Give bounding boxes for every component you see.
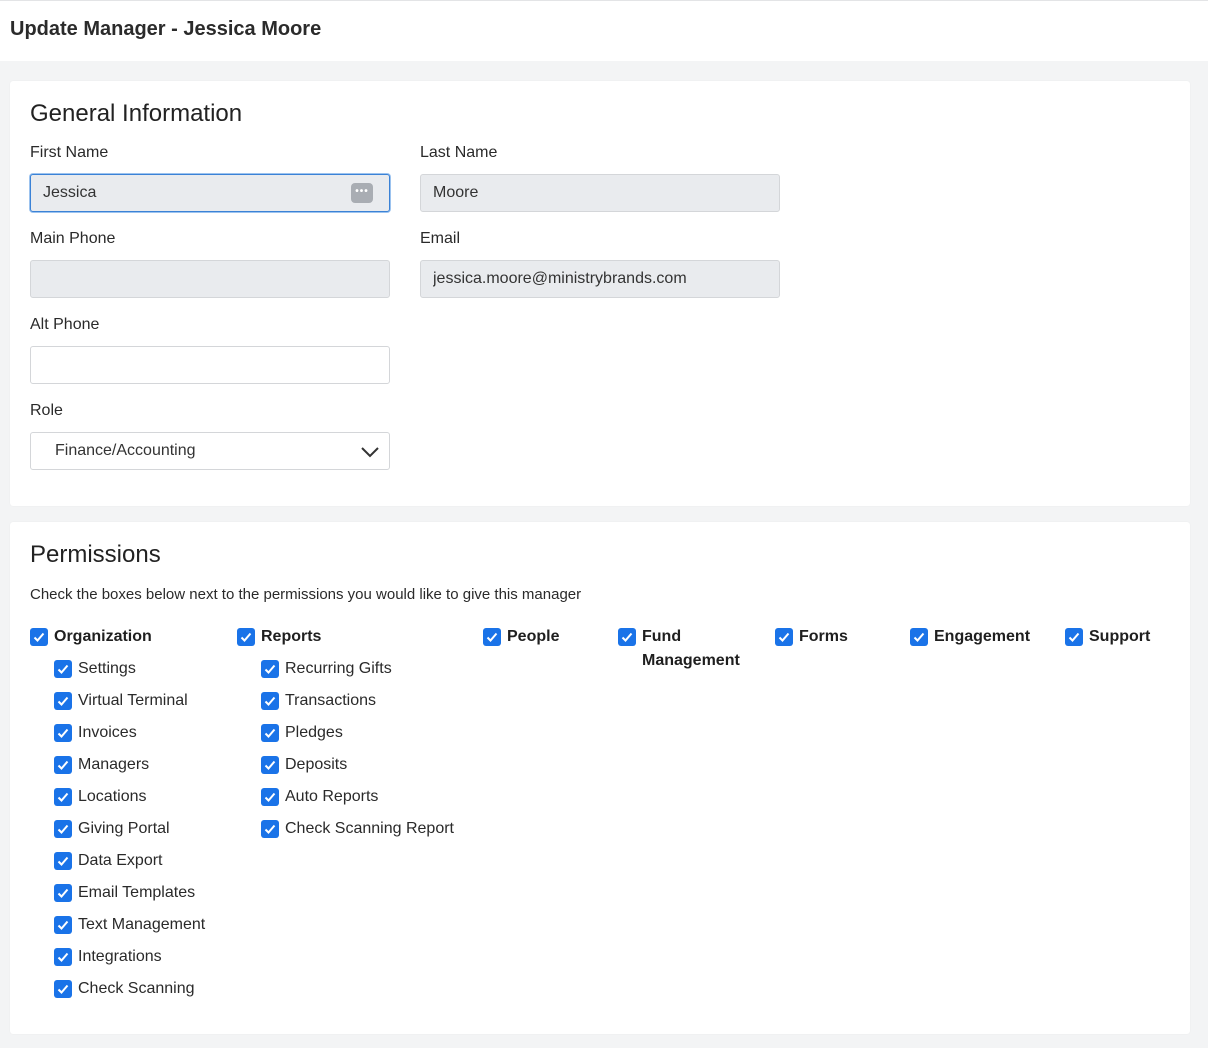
page-title: Update Manager - Jessica Moore — [10, 18, 322, 40]
checkmark-icon — [486, 632, 498, 642]
role-select-value: Finance/Accounting — [55, 442, 196, 459]
checkmark-icon — [778, 632, 790, 642]
alt-phone-input[interactable] — [30, 346, 390, 384]
group-label-reports: Reports — [261, 628, 322, 645]
checkbox-giving-portal[interactable] — [54, 820, 72, 838]
email-label: Email — [420, 230, 461, 247]
permission-label-check-scanning-report: Check Scanning Report — [285, 820, 454, 837]
checkbox-transactions[interactable] — [261, 692, 279, 710]
permission-label-integrations: Integrations — [78, 948, 162, 965]
general-information-card: General Information First Name ••• Last … — [10, 81, 1190, 506]
checkmark-icon — [264, 824, 276, 834]
checkmark-icon — [913, 632, 925, 642]
permission-label-managers: Managers — [78, 756, 150, 773]
checkmark-icon — [57, 728, 69, 738]
checkmark-icon — [264, 792, 276, 802]
checkbox-locations[interactable] — [54, 788, 72, 806]
checkmark-icon — [57, 792, 69, 802]
first-name-input[interactable] — [30, 174, 390, 212]
checkbox-check-scanning[interactable] — [54, 980, 72, 998]
group-label-people: People — [507, 628, 560, 645]
main-phone-input[interactable] — [30, 260, 390, 298]
group-label-organization: Organization — [54, 628, 152, 645]
checkbox-people[interactable] — [483, 628, 501, 646]
alt-phone-label: Alt Phone — [30, 316, 100, 333]
group-label-forms: Forms — [799, 628, 848, 645]
checkbox-auto-reports[interactable] — [261, 788, 279, 806]
checkbox-text-management[interactable] — [54, 916, 72, 934]
checkmark-icon — [57, 760, 69, 770]
checkbox-email-templates[interactable] — [54, 884, 72, 902]
checkbox-integrations[interactable] — [54, 948, 72, 966]
last-name-input[interactable] — [420, 174, 780, 212]
chevron-down-icon — [361, 447, 379, 458]
checkbox-deposits[interactable] — [261, 756, 279, 774]
checkmark-icon — [33, 632, 45, 642]
permission-label-virtual-terminal: Virtual Terminal — [78, 692, 188, 709]
checkbox-data-export[interactable] — [54, 852, 72, 870]
password-dots-icon[interactable]: ••• — [351, 183, 373, 203]
group-label-fund-management-line1: Fund — [642, 628, 682, 645]
group-label-support: Support — [1089, 628, 1151, 645]
checkmark-icon — [240, 632, 252, 642]
email-input[interactable] — [420, 260, 780, 298]
checkmark-icon — [57, 984, 69, 994]
checkmark-icon — [1068, 632, 1080, 642]
checkbox-check-scanning-report[interactable] — [261, 820, 279, 838]
permission-label-text-management: Text Management — [78, 916, 206, 933]
checkmark-icon — [57, 888, 69, 898]
checkbox-organization[interactable] — [30, 628, 48, 646]
role-select[interactable]: Finance/Accounting — [30, 432, 390, 470]
permission-label-transactions: Transactions — [285, 692, 376, 709]
checkbox-forms[interactable] — [775, 628, 793, 646]
group-label-engagement: Engagement — [934, 628, 1031, 645]
group-label-fund-management-line2: Management — [642, 652, 740, 669]
page-header: Update Manager - Jessica Moore — [0, 0, 1208, 61]
checkbox-reports[interactable] — [237, 628, 255, 646]
checkbox-managers[interactable] — [54, 756, 72, 774]
permission-label-email-templates: Email Templates — [78, 884, 196, 901]
checkbox-virtual-terminal[interactable] — [54, 692, 72, 710]
last-name-label: Last Name — [420, 144, 498, 161]
permission-label-giving-portal: Giving Portal — [78, 820, 170, 837]
checkmark-icon — [264, 664, 276, 674]
checkmark-icon — [57, 824, 69, 834]
permission-label-deposits: Deposits — [285, 756, 348, 773]
checkbox-support[interactable] — [1065, 628, 1083, 646]
checkbox-engagement[interactable] — [910, 628, 928, 646]
first-name-label: First Name — [30, 144, 109, 161]
role-label: Role — [30, 402, 63, 419]
checkmark-icon — [57, 952, 69, 962]
checkmark-icon — [264, 696, 276, 706]
main-phone-label: Main Phone — [30, 230, 116, 247]
general-information-title: General Information — [30, 100, 243, 127]
checkmark-icon — [57, 696, 69, 706]
checkmark-icon — [621, 632, 633, 642]
checkbox-invoices[interactable] — [54, 724, 72, 742]
permission-label-check-scanning: Check Scanning — [78, 980, 195, 997]
checkmark-icon — [57, 856, 69, 866]
checkmark-icon — [57, 664, 69, 674]
permission-label-data-export: Data Export — [78, 852, 163, 869]
permissions-description: Check the boxes below next to the permis… — [30, 586, 582, 603]
checkmark-icon — [264, 760, 276, 770]
permission-label-pledges: Pledges — [285, 724, 343, 741]
permission-label-invoices: Invoices — [78, 724, 137, 741]
checkbox-settings[interactable] — [54, 660, 72, 678]
permission-label-auto-reports: Auto Reports — [285, 788, 379, 805]
checkmark-icon — [264, 728, 276, 738]
permissions-title: Permissions — [30, 541, 161, 568]
permission-label-recurring-gifts: Recurring Gifts — [285, 660, 392, 677]
checkbox-recurring-gifts[interactable] — [261, 660, 279, 678]
permissions-card: Permissions Check the boxes below next t… — [10, 522, 1190, 1034]
permission-label-settings: Settings — [78, 660, 136, 677]
checkbox-pledges[interactable] — [261, 724, 279, 742]
checkmark-icon — [57, 920, 69, 930]
checkbox-fund-management[interactable] — [618, 628, 636, 646]
permission-label-locations: Locations — [78, 788, 147, 805]
